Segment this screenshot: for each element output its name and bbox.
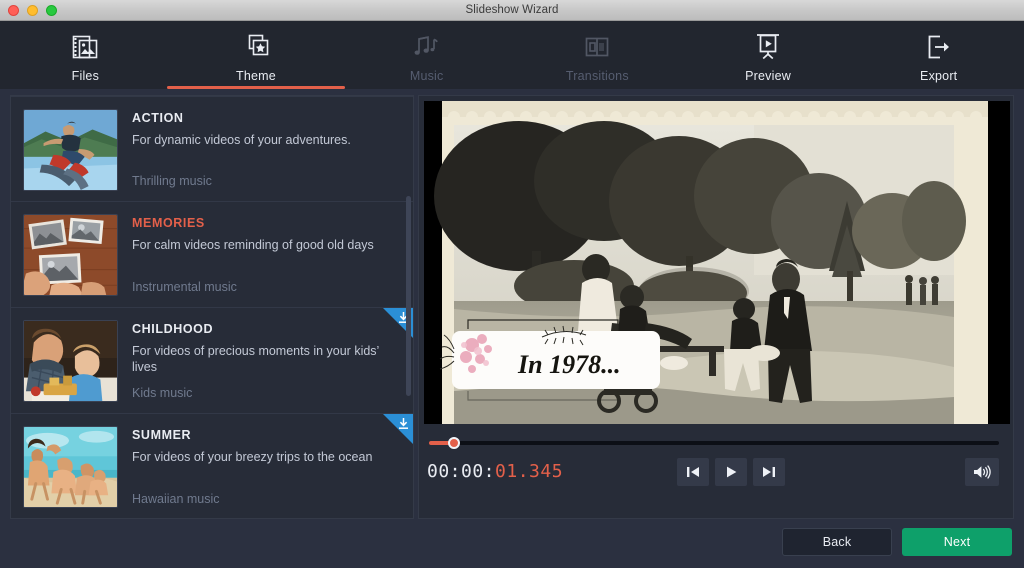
next-button[interactable] <box>753 458 785 486</box>
tab-label-files: Files <box>71 69 100 83</box>
theme-music-label: Instrumental music <box>132 280 237 294</box>
export-arrow-icon <box>925 31 953 63</box>
tab-label-music: Music <box>409 69 444 83</box>
theme-item-memories[interactable]: MEMORIES For calm videos reminding of go… <box>11 202 413 308</box>
tab-preview[interactable]: Preview <box>683 21 854 89</box>
tab-export[interactable]: Export <box>853 21 1024 89</box>
caption-text: In 1978... <box>517 350 621 379</box>
theme-list-scrollbar[interactable] <box>406 98 411 518</box>
scrollbar-thumb[interactable] <box>406 196 411 396</box>
theme-music-label: Thrilling music <box>132 174 212 188</box>
maximize-button[interactable] <box>46 5 57 16</box>
play-button[interactable] <box>715 458 747 486</box>
caption-overlay: In 1978... <box>439 319 660 401</box>
timecode-display: 00:00:01.345 <box>427 461 563 482</box>
tab-label-transitions: Transitions <box>565 69 629 83</box>
volume-button[interactable] <box>965 458 999 486</box>
seek-bar[interactable] <box>429 434 999 450</box>
transport-controls <box>677 458 785 486</box>
slideshow-wizard-window: Slideshow Wizard Files Theme Music Trans… <box>0 0 1024 568</box>
theme-list[interactable]: ACTION For dynamic videos of your advent… <box>10 95 414 519</box>
theme-thumbnail-action <box>23 109 118 191</box>
window-title: Slideshow Wizard <box>465 4 559 16</box>
music-notes-icon <box>413 31 441 63</box>
theme-music-label: Kids music <box>132 386 193 400</box>
theme-thumbnail-summer <box>23 426 118 508</box>
main-content: ACTION For dynamic videos of your advent… <box>0 89 1024 568</box>
tab-label-theme: Theme <box>236 69 276 83</box>
theme-description: For calm videos reminding of good old da… <box>132 238 374 252</box>
tab-files[interactable]: Files <box>0 21 171 89</box>
preview-frame: In 1978... <box>424 101 1010 424</box>
presentation-play-icon <box>754 31 782 63</box>
theme-name: SUMMER <box>132 428 192 442</box>
theme-item-action[interactable]: ACTION For dynamic videos of your advent… <box>11 96 413 202</box>
close-button[interactable] <box>8 5 19 16</box>
preview-pane: In 1978... 00:00:01.345 <box>418 95 1014 519</box>
back-button[interactable]: Back <box>782 528 892 556</box>
tab-label-export: Export <box>920 69 958 83</box>
theme-music-label: Hawaiian music <box>132 492 220 506</box>
photo-stack-icon <box>72 31 98 63</box>
play-icon <box>727 466 737 478</box>
minimize-button[interactable] <box>27 5 38 16</box>
wizard-footer: Back Next <box>782 528 1012 556</box>
theme-thumbnail-childhood <box>23 320 118 402</box>
theme-description: For videos of precious moments in your k… <box>132 344 379 374</box>
skip-next-icon <box>763 467 775 477</box>
theme-description: For videos of your breezy trips to the o… <box>132 450 373 464</box>
seek-handle[interactable] <box>448 437 460 449</box>
video-preview[interactable]: In 1978... <box>424 101 1010 424</box>
seek-track[interactable] <box>429 441 999 445</box>
tab-music[interactable]: Music <box>341 21 512 89</box>
star-layers-icon <box>242 31 270 63</box>
theme-name: CHILDHOOD <box>132 322 214 336</box>
theme-thumbnail-memories <box>23 214 118 296</box>
timecode-value: 01.345 <box>495 461 564 482</box>
tab-label-preview: Preview <box>745 69 791 83</box>
speaker-on-icon <box>974 465 991 479</box>
previous-button[interactable] <box>677 458 709 486</box>
theme-description: For dynamic videos of your adventures. <box>132 133 351 147</box>
skip-previous-icon <box>687 467 699 477</box>
tab-theme[interactable]: Theme <box>167 21 345 89</box>
wizard-step-tabs: Files Theme Music Transitions Preview Ex… <box>0 21 1024 89</box>
theme-item-summer[interactable]: SUMMER For videos of your breezy trips t… <box>11 414 413 518</box>
tab-transitions[interactable]: Transitions <box>512 21 683 89</box>
transition-icon <box>583 31 611 63</box>
timecode-prefix: 00:00: <box>427 461 496 482</box>
theme-name: MEMORIES <box>132 216 205 230</box>
title-bar: Slideshow Wizard <box>0 0 1024 21</box>
next-button[interactable]: Next <box>902 528 1012 556</box>
window-controls <box>8 0 57 21</box>
theme-name: ACTION <box>132 111 184 125</box>
theme-item-childhood[interactable]: CHILDHOOD For videos of precious moments… <box>11 308 413 414</box>
